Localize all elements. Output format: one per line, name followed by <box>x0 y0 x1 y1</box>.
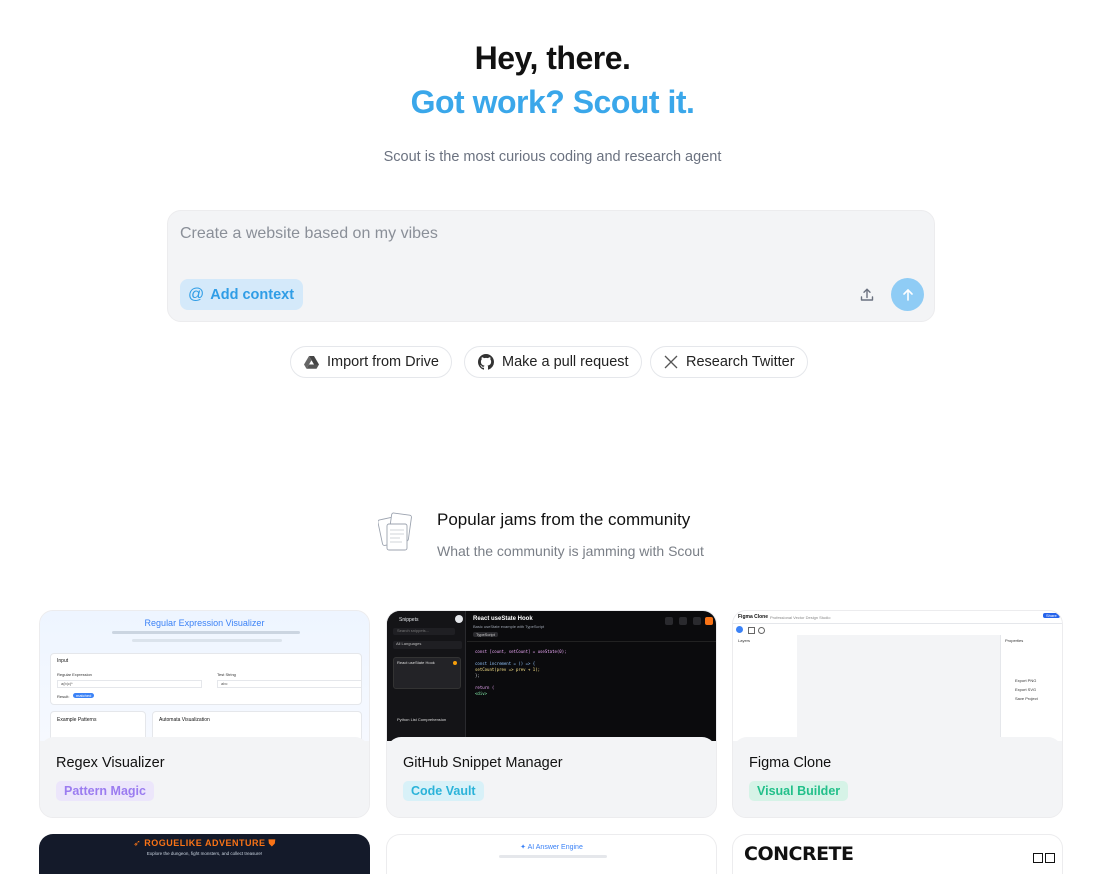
send-button[interactable] <box>891 278 924 311</box>
make-pull-request-chip[interactable]: Make a pull request <box>464 346 642 378</box>
prompt-input[interactable] <box>180 225 880 243</box>
x-icon <box>664 355 678 369</box>
papers-icon <box>378 512 412 551</box>
preview-input-heading: Input <box>57 658 69 664</box>
preview-lang-badge: TypeScript <box>473 632 498 637</box>
upload-button[interactable] <box>855 283 879 307</box>
arrow-up-icon <box>902 288 913 301</box>
ai-answer-title: AI Answer Engine <box>527 844 583 851</box>
card-preview-title: ➶ ROGUELIKE ADVENTURE ⛊ <box>39 838 370 849</box>
preview-snippet-subtitle: Basic useState example with TypeScript <box>473 624 545 629</box>
preview-app-sub: Professional Vector Design Studio <box>770 615 831 620</box>
chip-label: Research Twitter <box>686 354 795 370</box>
preview-test-value: abc <box>217 680 362 688</box>
hero-tagline: Got work? Scout it. <box>410 84 695 120</box>
preview-patterns-heading: Example Patterns <box>57 717 97 723</box>
card-title: Regex Visualizer <box>56 755 165 771</box>
card-roguelike-adventure[interactable]: ➶ ROGUELIKE ADVENTURE ⛊ Explore the dung… <box>39 834 370 874</box>
preview-filter: All Languages <box>393 641 462 649</box>
preview-app-name: Snippets <box>399 617 419 623</box>
rocket-icon: ➶ <box>133 838 142 848</box>
card-preview: Regular Expression Visualizer Input Regu… <box>40 611 369 741</box>
preview-export-svg: Export SVG <box>1015 687 1037 692</box>
community-title: Popular jams from the community <box>437 510 691 529</box>
roguelike-title: ROGUELIKE ADVENTURE <box>144 838 266 848</box>
card-title: GitHub Snippet Manager <box>403 755 563 771</box>
at-icon: @ <box>188 285 205 303</box>
card-concrete[interactable]: CONCRETE <box>732 834 1063 874</box>
card-ai-answer-engine[interactable]: ✦ AI Answer Engine <box>386 834 717 874</box>
roguelike-subtitle: Explore the dungeon, fight monsters, and… <box>146 851 263 856</box>
preview-snippet-title: React useState Hook <box>473 616 533 622</box>
add-context-label: Add context <box>210 286 295 303</box>
import-from-drive-chip[interactable]: Import from Drive <box>290 346 452 378</box>
preview-test-label: Test String <box>217 672 236 677</box>
preview-code: const [count, setCount] = useState(0); c… <box>475 649 567 697</box>
preview-share: Share <box>1043 613 1060 618</box>
preview-properties-label: Properties <box>1005 638 1024 643</box>
add-context-button[interactable]: @ Add context <box>180 279 304 310</box>
card-preview-title: ✦ AI Answer Engine <box>387 843 716 851</box>
preview-save-project: Save Project <box>1015 696 1038 701</box>
card-info: Regex Visualizer Pattern Magic <box>40 737 369 817</box>
card-regex-visualizer[interactable]: Regular Expression Visualizer Input Regu… <box>39 610 370 818</box>
card-info: GitHub Snippet Manager Code Vault <box>387 737 716 817</box>
card-preview: Figma Clone Professional Vector Design S… <box>733 611 1062 741</box>
preview-search: Search snippets... <box>393 628 455 635</box>
preview-item1: React useState Hook <box>397 660 435 665</box>
preview-regex-label: Regular Expression <box>57 672 92 677</box>
hero-subtitle: Scout is the most curious coding and res… <box>383 149 722 165</box>
sparkle-icon: ✦ <box>520 844 527 851</box>
preview-result-badge: matched <box>73 693 95 698</box>
preview-automata-heading: Automata Visualization <box>159 717 210 723</box>
preview-item2: Python List Comprehension <box>397 717 447 722</box>
research-twitter-chip[interactable]: Research Twitter <box>650 346 808 378</box>
code-line: const [count, setCount] = useState(0); <box>475 649 567 654</box>
card-tag: Pattern Magic <box>56 781 154 801</box>
google-drive-icon <box>304 355 319 369</box>
preview-layers-label: Layers <box>738 638 751 643</box>
chip-label: Make a pull request <box>502 354 629 370</box>
card-tag: Visual Builder <box>749 781 849 801</box>
card-figma-clone[interactable]: Figma Clone Professional Vector Design S… <box>732 610 1063 818</box>
community-subtitle: What the community is jamming with Scout <box>437 543 704 559</box>
preview-regex-value: a(b|c)* <box>57 680 202 688</box>
preview-app-name: Figma Clone <box>738 614 769 620</box>
preview-result-label: Result: <box>57 694 70 699</box>
card-title: Figma Clone <box>749 755 832 771</box>
hero-title: Hey, there. <box>474 40 631 76</box>
card-tag: Code Vault <box>403 781 484 801</box>
card-info: Figma Clone Visual Builder <box>733 737 1062 817</box>
preview-export-png: Export PNG <box>1015 678 1037 683</box>
preview-title: Regular Expression Visualizer <box>144 618 265 628</box>
card-github-snippet-manager[interactable]: Snippets Search snippets... All Language… <box>386 610 717 818</box>
upload-icon <box>860 288 874 301</box>
prompt-box: @ Add context <box>167 210 935 322</box>
card-preview: Snippets Search snippets... All Language… <box>387 611 716 741</box>
github-icon <box>478 354 494 370</box>
chip-label: Import from Drive <box>327 354 439 370</box>
shield-icon: ⛊ <box>268 838 276 848</box>
concrete-title: CONCRETE <box>744 843 854 865</box>
code-line: <div> <box>475 691 488 696</box>
